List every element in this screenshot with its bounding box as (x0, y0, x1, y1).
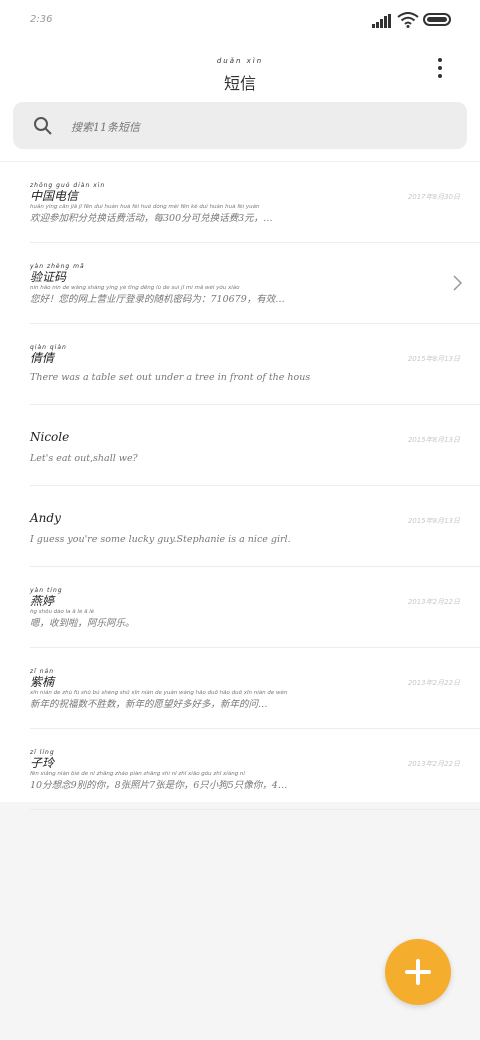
contact-name: 子玲 (30, 756, 55, 770)
status-bar: 2:36 (0, 0, 480, 40)
message-date: 2015年8月13日 (407, 517, 460, 525)
contact-name: 倩倩 (30, 351, 55, 365)
conversation-row[interactable]: yàn zhèng mǎ 验证码 nín hǎo nín de wǎng shà… (30, 243, 480, 324)
conversation-list: zhōng guó diàn xìn 中国电信 huān yíng cān ji… (0, 162, 480, 810)
conversation-row[interactable]: zhōng guó diàn xìn 中国电信 huān yíng cān ji… (30, 162, 480, 243)
conversation-row[interactable]: Andy I guess you're some lucky guy.Steph… (30, 486, 480, 567)
contact-name: 中国电信 (30, 189, 79, 203)
search-bar[interactable] (13, 102, 467, 149)
conversation-row[interactable]: Nicole Let's eat out,shall we? 2015年8月13… (30, 405, 480, 486)
contact-name: 紫楠 (30, 675, 55, 689)
search-icon (34, 117, 52, 135)
message-date: 2017年8月30日 (407, 193, 460, 201)
message-preview: 10分想念9别的你，8张照片7张是你，6只小狗5只像你，4… (30, 780, 288, 791)
message-preview: 新年的祝福数不胜数，新年的愿望好多好多，新年的问… (30, 699, 268, 710)
battery-icon (423, 13, 451, 26)
message-preview: Let's eat out,shall we? (30, 453, 138, 464)
conversation-row[interactable]: zǐ nán 紫楠 xīn nián de zhù fú shǔ bú shèn… (30, 648, 480, 729)
app-header: duǎn xìn 短信 (0, 48, 480, 93)
contact-name: Nicole (30, 430, 70, 444)
page-title-pinyin: duǎn xìn (216, 57, 264, 65)
message-date: 2013年2月22日 (407, 598, 460, 606)
contact-name: 燕婷 (30, 594, 55, 608)
search-input[interactable] (69, 114, 453, 140)
more-vertical-icon[interactable] (430, 56, 450, 80)
content-surface: 2:36 duǎn xìn 短信 搜索11条短信 zhōng guó diàn … (0, 0, 480, 810)
message-preview: 您好！您的网上营业厅登录的随机密码为：710679，有效… (30, 294, 285, 305)
message-date: 2015年8月13日 (407, 355, 460, 363)
conversation-row[interactable]: zǐ líng 子玲 fēn xiǎng niàn bié de nǐ zhān… (30, 729, 480, 810)
new-message-button[interactable] (385, 939, 451, 1005)
signal-icon (372, 14, 392, 28)
message-preview: 欢迎参加积分兑换话费活动，每300分可兑换话费3元，… (30, 213, 273, 224)
contact-name: 验证码 (30, 270, 67, 284)
message-date: 2015年8月13日 (407, 436, 460, 444)
message-preview: I guess you're some lucky guy.Stephanie … (30, 534, 291, 545)
messages-screen: 2:36 duǎn xìn 短信 搜索11条短信 zhōng guó diàn … (0, 0, 480, 1040)
contact-name: Andy (30, 511, 61, 525)
chevron-right-icon (453, 275, 463, 291)
wifi-icon (397, 12, 419, 28)
message-date: 2013年2月22日 (407, 760, 460, 768)
status-time: 2:36 (30, 14, 53, 25)
conversation-row[interactable]: qiàn qiàn 倩倩 There was a table set out u… (30, 324, 480, 405)
message-preview: There was a table set out under a tree i… (30, 372, 311, 383)
conversation-row[interactable]: yàn tíng 燕婷 ǹg shōu dào la ā lè ā lè 嗯，收… (30, 567, 480, 648)
page-title: 短信 (223, 74, 256, 93)
message-date: 2013年2月22日 (407, 679, 460, 687)
message-preview: 嗯，收到啦，阿乐阿乐。 (30, 618, 135, 629)
